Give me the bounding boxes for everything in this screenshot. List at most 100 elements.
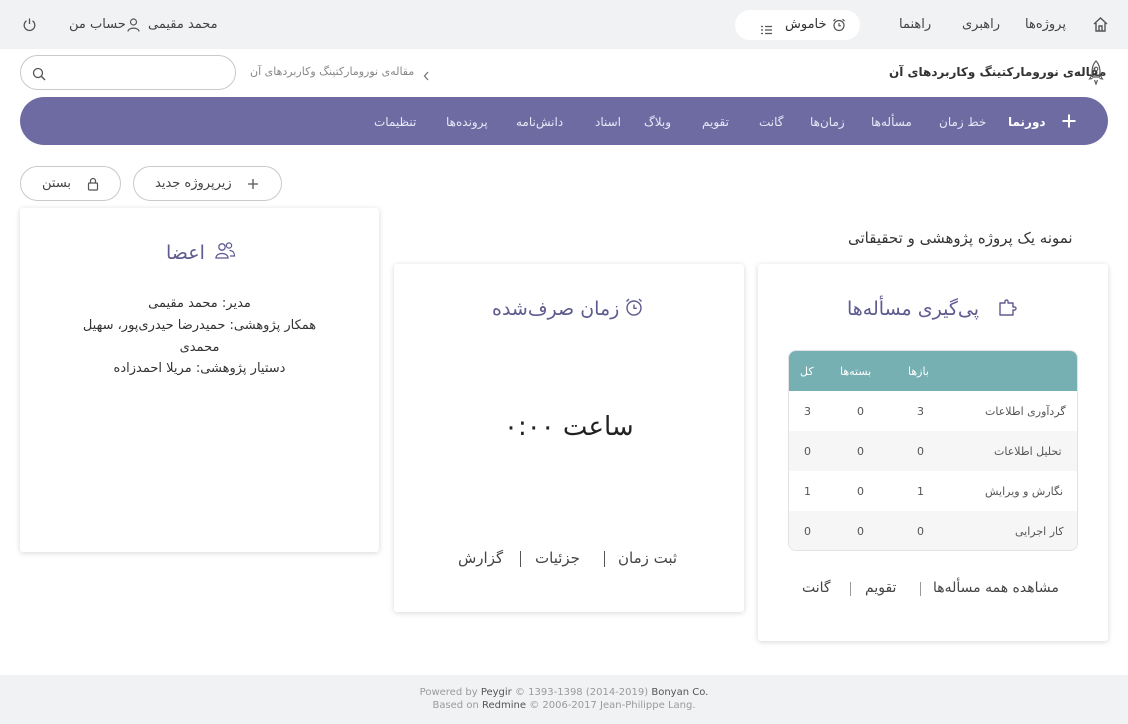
total-count[interactable]: 0 [804,525,811,538]
member-role: مدیر: [221,296,251,311]
plus-icon [247,178,259,190]
log-time-link[interactable]: ثبت زمان [618,549,677,567]
tab-time-entries[interactable]: زمان‌ها [810,115,845,129]
col-closed: بسته‌ها [840,365,872,378]
issues-table: بازها بسته‌ها کل گردآوری اطلاعات 3 0 3 ت… [788,350,1078,551]
footer-line-2: Based on Redmine © 2006-2017 Jean-Philip… [0,700,1128,711]
tab-documents[interactable]: اسناد [595,115,621,129]
user-icon [127,17,140,32]
member-line: دستیار پژوهشی: مریلا احمدزاده [20,361,379,376]
timer-status-label: خاموش [785,17,827,32]
top-nav-projects[interactable]: پروژه‌ها [1025,17,1066,32]
page-title: مقاله‌ی نورومارکتینگ وکاربردهای آن [889,65,1107,79]
close-project-button[interactable]: بستن [20,166,121,201]
breadcrumb[interactable]: مقاله‌ی نورومارکتینگ وکاربردهای آن [250,65,414,78]
tab-settings[interactable]: تنظیمات [374,115,416,129]
add-plus-icon[interactable] [1061,113,1077,129]
project-menu: دورنما خط زمان مسأله‌ها زمان‌ها گانت تقو… [20,97,1108,145]
my-account-link[interactable]: حساب من [69,17,126,32]
tab-wiki[interactable]: دانش‌نامه [516,115,563,129]
open-count[interactable]: 3 [917,405,924,418]
footer: Powered by Peygir © 1393-1398 (2014-2019… [0,675,1128,724]
issues-card-title: پی‌گیری مسأله‌ها [847,298,979,320]
spent-time-value: ۰:۰۰ ساعت [504,412,634,442]
total-count[interactable]: 3 [804,405,811,418]
table-row: گردآوری اطلاعات 3 0 3 [789,391,1077,431]
members-card: اعضا مدیر: محمد مقیمی همکار پژوهشی: حمید… [20,208,379,552]
open-count[interactable]: 0 [917,525,924,538]
puzzle-icon [998,297,1020,317]
based-on-label: Based on [432,700,479,711]
powered-by-label: Powered by [419,687,478,698]
closed-count[interactable]: 0 [857,405,864,418]
link-separator [850,582,851,596]
copyright-peygir: © 1393-1398 (2014-2019) [514,687,649,698]
member-line: همکار پژوهشی: حمیدرضا حیدری‌پور، سهیل [20,318,379,333]
spent-time-card: زمان صرف‌شده ۰:۰۰ ساعت ثبت زمان جزئیات گ… [394,264,744,612]
tracker-name[interactable]: کار اجرایی [1015,525,1064,538]
open-count[interactable]: 1 [917,485,924,498]
close-project-label: بستن [42,176,72,191]
member-names[interactable]: حمیدرضا حیدری‌پور، سهیل [83,318,226,333]
tab-calendar[interactable]: تقویم [702,115,729,129]
report-link[interactable]: گزارش [458,549,503,567]
open-count[interactable]: 0 [917,445,924,458]
new-subproject-button[interactable]: زیرپروژه جدید [133,166,282,201]
tab-blog[interactable]: وبلاگ [644,115,671,129]
issues-table-header: بازها بسته‌ها کل [789,351,1077,391]
member-role: دستیار پژوهشی: [195,361,286,376]
users-icon [214,241,236,261]
peygir-link[interactable]: Peygir [481,687,512,698]
project-description: نمونه یک پروژه پژوهشی و تحقیقاتی [848,229,1073,247]
home-icon[interactable] [1092,16,1109,33]
table-row: کار اجرایی 0 0 0 [789,511,1077,550]
top-bar: پروژه‌ها راهبری راهنما خاموش محمد مقیمی … [0,0,1128,49]
calendar-link[interactable]: تقویم [865,580,896,596]
details-link[interactable]: جزئیات [535,549,580,567]
tab-overview[interactable]: دورنما [1008,115,1046,129]
tracker-name[interactable]: گردآوری اطلاعات [985,405,1066,418]
closed-count[interactable]: 0 [857,445,864,458]
gantt-link[interactable]: گانت [802,580,831,596]
search-input[interactable] [20,55,236,90]
members-card-title: اعضا [166,242,205,264]
tracker-name[interactable]: نگارش و ویرایش [985,485,1063,498]
tab-gantt[interactable]: گانت [759,115,784,129]
power-icon[interactable] [22,17,37,32]
redmine-link[interactable]: Redmine [482,700,526,711]
company-link[interactable]: Bonyan Co. [651,687,708,698]
user-name-link[interactable]: محمد مقیمی [148,17,218,32]
list-icon [761,20,772,35]
member-names[interactable]: مریلا احمدزاده [114,361,192,376]
member-role: همکار پژوهشی: [229,318,317,333]
footer-line-1: Powered by Peygir © 1393-1398 (2014-2019… [0,687,1128,698]
breadcrumb-chevron-icon [423,66,430,81]
table-row: تحلیل اطلاعات 0 0 0 [789,431,1077,471]
tab-issues[interactable]: مسأله‌ها [871,115,912,129]
table-row: نگارش و ویرایش 1 0 1 [789,471,1077,511]
alarm-clock-icon [624,297,644,317]
view-all-issues-link[interactable]: مشاهده همه مسأله‌ها [933,580,1059,596]
closed-count[interactable]: 0 [857,525,864,538]
tracker-name[interactable]: تحلیل اطلاعات [994,445,1062,458]
link-separator [920,582,921,596]
lock-icon [87,177,99,191]
copyright-redmine: © 2006-2017 Jean-Philippe Lang. [529,700,696,711]
top-nav-help[interactable]: راهنما [899,17,931,32]
member-line: محمدی [20,340,379,355]
rocket-icon [1087,60,1105,86]
top-nav-administration[interactable]: راهبری [962,17,1000,32]
issues-tracking-card: پی‌گیری مسأله‌ها بازها بسته‌ها کل گردآور… [758,264,1108,641]
total-count[interactable]: 1 [804,485,811,498]
col-total: کل [800,365,814,378]
member-names[interactable]: محمدی [180,340,220,355]
search-icon [32,66,46,81]
tab-files[interactable]: پرونده‌ها [446,115,488,129]
timer-toggle[interactable]: خاموش [735,10,860,40]
member-line: مدیر: محمد مقیمی [20,296,379,311]
col-open: بازها [908,365,929,378]
tab-activity[interactable]: خط زمان [939,115,986,129]
total-count[interactable]: 0 [804,445,811,458]
closed-count[interactable]: 0 [857,485,864,498]
member-names[interactable]: محمد مقیمی [148,296,218,311]
